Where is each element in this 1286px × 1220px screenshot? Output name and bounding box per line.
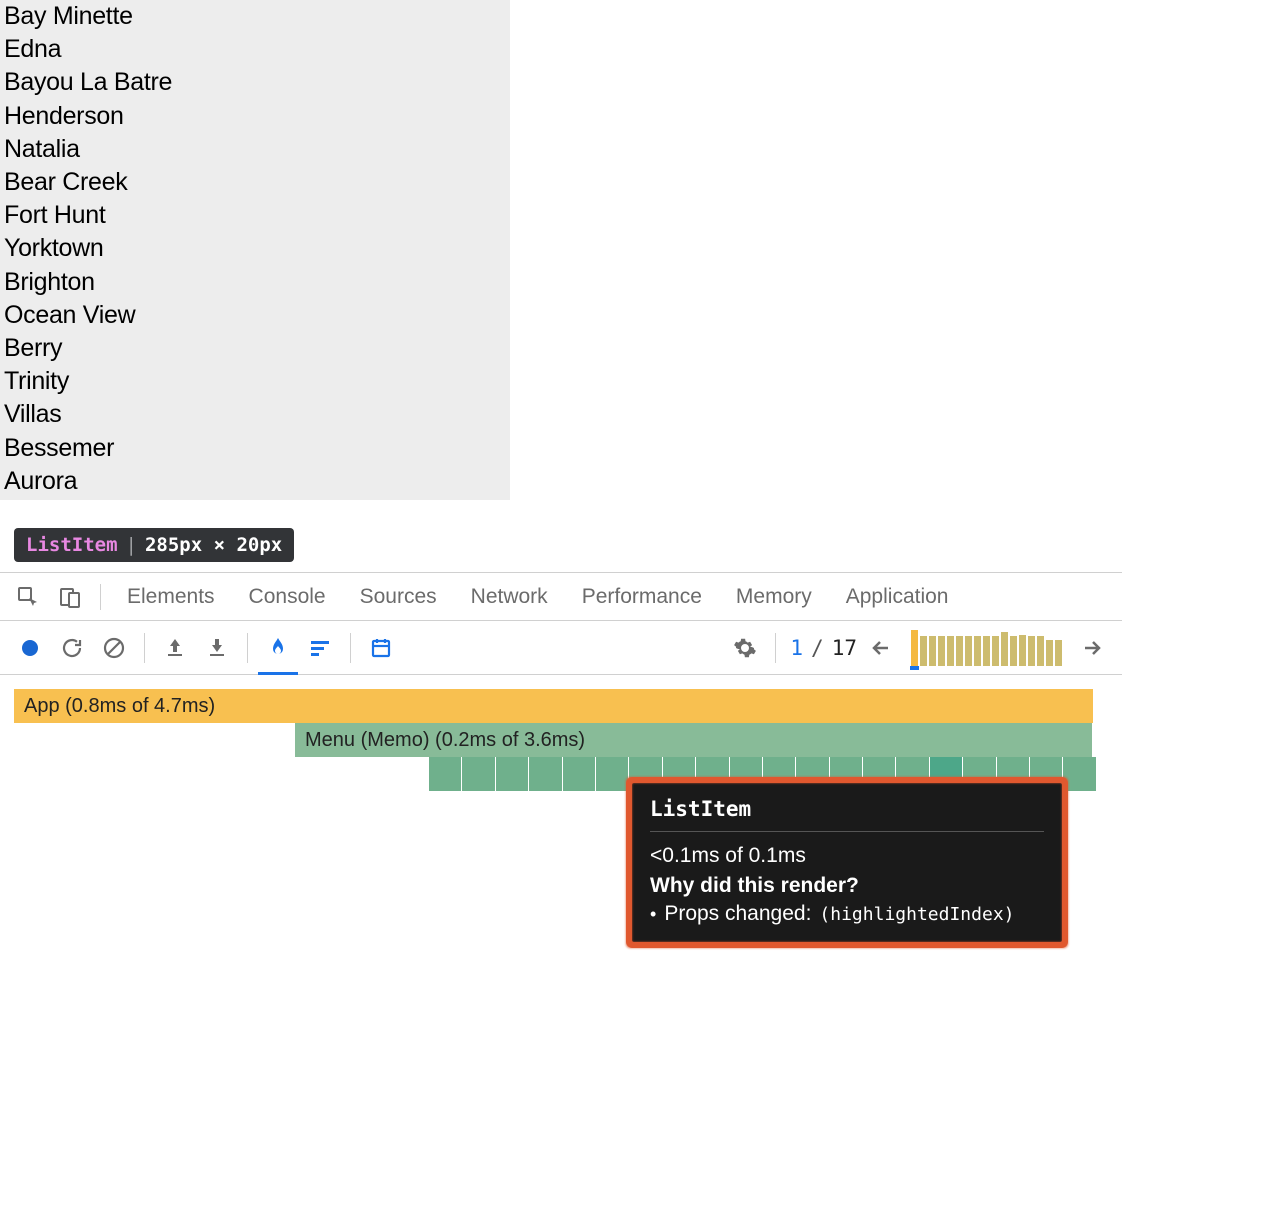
list-item[interactable]: Brighton [0, 266, 510, 299]
list-item[interactable]: Bessemer [0, 432, 510, 465]
inspected-dimensions: 285px × 20px [145, 534, 282, 556]
devtools-tab-bar: Elements Console Sources Network Perform… [0, 573, 1122, 621]
tab-console[interactable]: Console [239, 585, 336, 609]
next-commit-icon[interactable] [1076, 632, 1108, 664]
tab-divider [100, 584, 101, 610]
tooltip-reason-detail: (highlightedIndex) [819, 904, 1014, 925]
list-item[interactable]: Yorktown [0, 232, 510, 265]
list-item[interactable]: Trinity [0, 365, 510, 398]
inspect-element-icon[interactable] [14, 583, 42, 611]
render-tooltip: ListItem <0.1ms of 0.1ms Why did this re… [632, 783, 1062, 942]
commit-bar[interactable] [974, 636, 981, 666]
reload-icon[interactable] [56, 632, 88, 664]
list-item[interactable]: Bear Creek [0, 166, 510, 199]
inspector-dimensions-badge: ListItem | 285px × 20px [14, 528, 294, 562]
list-item[interactable]: Berry [0, 332, 510, 365]
flame-bar-listitem[interactable] [563, 757, 595, 791]
prev-commit-icon[interactable] [865, 632, 897, 664]
commit-separator: / [811, 636, 824, 660]
inspected-component-name: ListItem [26, 534, 118, 556]
commit-current: 1 [790, 636, 803, 660]
list-item[interactable]: Bay Minette [0, 0, 510, 33]
list-item[interactable]: Aurora [0, 465, 510, 498]
flame-bar-listitem[interactable] [496, 757, 528, 791]
toolbar-divider [350, 633, 351, 663]
tooltip-why-heading: Why did this render? [650, 874, 1044, 898]
flamegraph-chart: App (0.8ms of 4.7ms) Menu (Memo) (0.2ms … [0, 675, 1122, 805]
commit-bar[interactable] [911, 630, 918, 666]
flamegraph-tab-icon[interactable] [262, 632, 294, 664]
commit-navigator: 1 / 17 [790, 630, 1108, 666]
list-item[interactable]: Bayou La Batre [0, 66, 510, 99]
menu-list[interactable]: Bay MinetteEdnaBayou La BatreHendersonNa… [0, 0, 510, 500]
tooltip-reason: • Props changed: (highlightedIndex) [650, 902, 1044, 926]
tab-memory[interactable]: Memory [726, 585, 822, 609]
commit-bar[interactable] [965, 636, 972, 666]
commit-bar[interactable] [938, 636, 945, 666]
tooltip-reason-prefix: Props changed: [664, 902, 811, 926]
commit-bar[interactable] [947, 636, 954, 666]
list-item[interactable]: Fort Hunt [0, 199, 510, 232]
record-icon[interactable] [14, 632, 46, 664]
flame-bar-listitem[interactable] [529, 757, 561, 791]
commit-bar[interactable] [1037, 636, 1044, 666]
timeline-icon[interactable] [365, 632, 397, 664]
list-item[interactable]: Natalia [0, 133, 510, 166]
commit-bar[interactable] [920, 636, 927, 666]
export-icon[interactable] [201, 632, 233, 664]
clear-icon[interactable] [98, 632, 130, 664]
import-icon[interactable] [159, 632, 191, 664]
bullet-icon: • [650, 904, 656, 925]
flame-bar-listitem[interactable] [429, 757, 461, 791]
commit-bar[interactable] [1055, 640, 1062, 666]
commit-total: 17 [832, 636, 857, 660]
list-item[interactable]: Edna [0, 33, 510, 66]
tab-elements[interactable]: Elements [117, 585, 225, 609]
list-item[interactable]: Villas [0, 398, 510, 431]
flame-bar-listitem[interactable] [1063, 757, 1095, 791]
list-item[interactable]: Henderson [0, 100, 510, 133]
ranked-tab-icon[interactable] [304, 632, 336, 664]
commit-bar[interactable] [992, 636, 999, 666]
tab-application[interactable]: Application [836, 585, 959, 609]
commit-bar[interactable] [1046, 640, 1053, 666]
devtools-panel: Elements Console Sources Network Perform… [0, 572, 1122, 805]
list-item[interactable]: Ocean View [0, 299, 510, 332]
tab-performance[interactable]: Performance [572, 585, 712, 609]
commit-bar[interactable] [1019, 635, 1026, 666]
commit-bar[interactable] [983, 636, 990, 666]
commit-bar[interactable] [956, 636, 963, 666]
tooltip-timing: <0.1ms of 0.1ms [650, 844, 1044, 868]
commit-bar[interactable] [1001, 632, 1008, 666]
tab-sources[interactable]: Sources [350, 585, 447, 609]
commit-bar-chart[interactable] [911, 630, 1062, 666]
toolbar-divider [144, 633, 145, 663]
commit-bar[interactable] [1028, 636, 1035, 666]
device-toolbar-icon[interactable] [56, 583, 84, 611]
flame-bar-listitem[interactable] [462, 757, 494, 791]
commit-bar[interactable] [929, 636, 936, 666]
commit-bar[interactable] [1010, 636, 1017, 666]
badge-divider: | [126, 534, 137, 556]
settings-gear-icon[interactable] [729, 632, 761, 664]
flame-bar-menu[interactable]: Menu (Memo) (0.2ms of 3.6ms) [295, 723, 1092, 757]
flame-bar-listitem[interactable] [596, 757, 628, 791]
tooltip-component-name: ListItem [650, 797, 1044, 832]
profiler-toolbar: 1 / 17 [0, 621, 1122, 675]
flame-bar-app[interactable]: App (0.8ms of 4.7ms) [14, 689, 1093, 723]
toolbar-divider [247, 633, 248, 663]
toolbar-divider [775, 633, 776, 663]
tab-network[interactable]: Network [461, 585, 558, 609]
